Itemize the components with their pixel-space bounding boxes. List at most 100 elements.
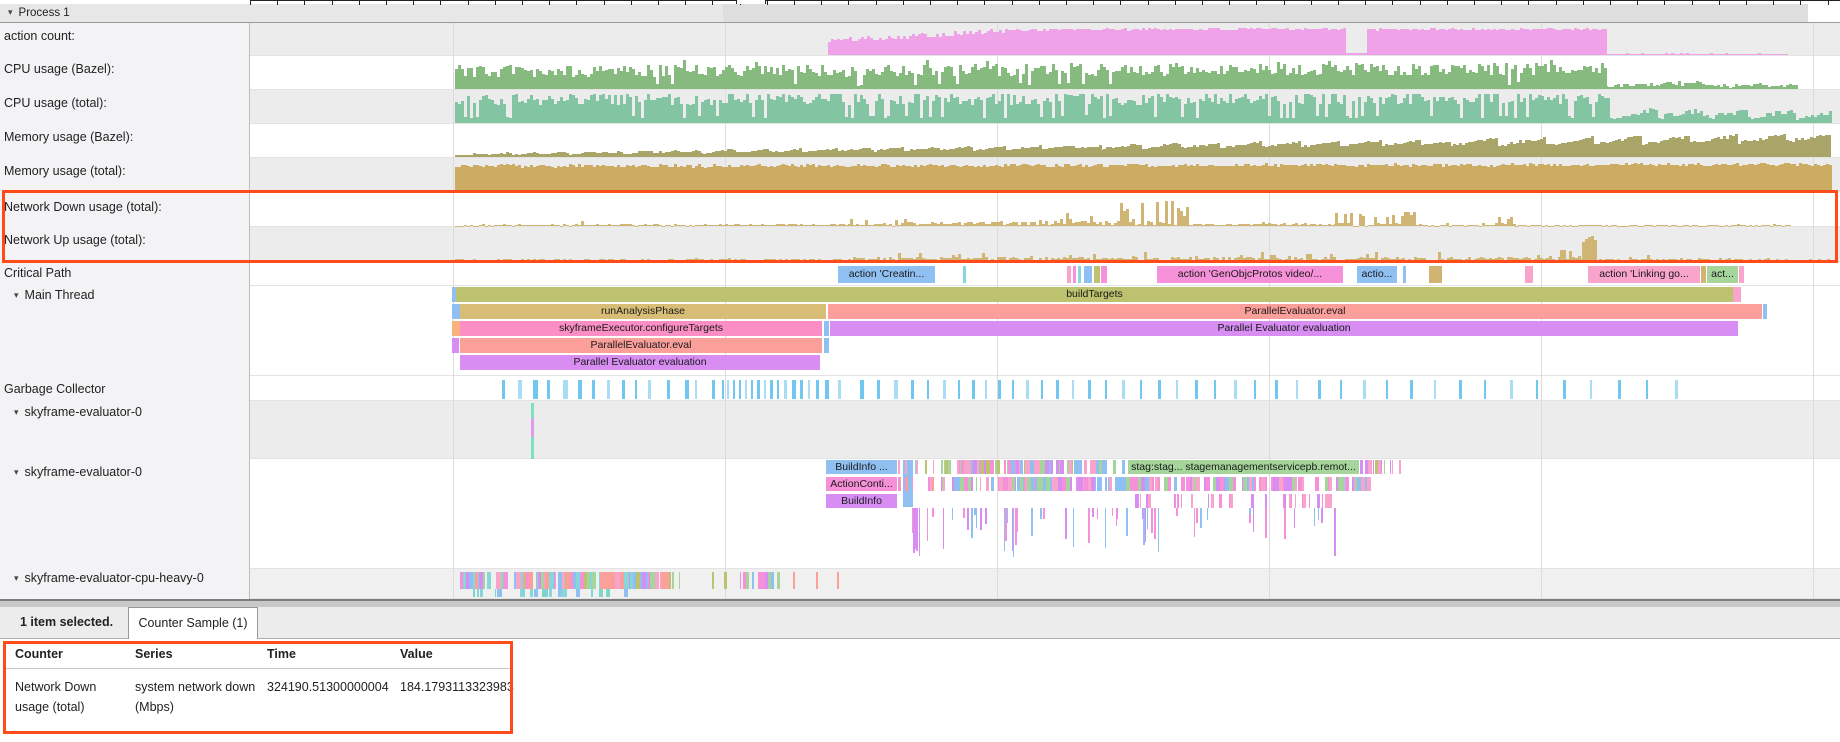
chevron-down-icon[interactable]: ▾ (14, 573, 19, 584)
track-label[interactable]: Critical Path (4, 266, 71, 280)
critical-path-span[interactable] (1101, 266, 1107, 283)
gc-tick[interactable] (1340, 380, 1342, 399)
gc-tick[interactable] (877, 380, 880, 399)
chevron-down-icon[interactable]: ▾ (14, 407, 19, 418)
main-thread-span[interactable] (824, 338, 829, 353)
gc-tick[interactable] (1026, 380, 1029, 399)
track-label[interactable]: action count: (4, 29, 75, 43)
gc-tick[interactable] (592, 380, 595, 399)
gc-tick[interactable] (800, 380, 803, 399)
critical-path-span[interactable]: act... (1707, 266, 1738, 283)
skyframe2-span[interactable]: stag:stag... stagemanagementservicepb.re… (1128, 460, 1359, 474)
gc-tick[interactable] (770, 380, 773, 399)
gc-tick[interactable] (764, 380, 766, 399)
gc-tick[interactable] (816, 380, 819, 399)
gc-tick[interactable] (1275, 380, 1278, 399)
gc-tick[interactable] (1088, 380, 1091, 399)
critical-path-span[interactable]: action 'GenObjcProtos video/... (1157, 266, 1343, 283)
gc-tick[interactable] (622, 380, 625, 399)
gc-tick[interactable] (502, 380, 505, 399)
gc-tick[interactable] (1363, 380, 1366, 399)
main-thread-span[interactable] (1733, 287, 1741, 302)
gc-tick[interactable] (943, 380, 946, 399)
chevron-down-icon[interactable]: ▾ (14, 467, 19, 478)
main-thread-span[interactable]: Parallel Evaluator evaluation (460, 355, 820, 370)
gc-tick[interactable] (860, 380, 864, 399)
gc-tick[interactable] (751, 380, 753, 399)
gc-tick[interactable] (1318, 380, 1321, 399)
gc-tick[interactable] (745, 380, 747, 399)
track-label[interactable]: Memory usage (total): (4, 164, 126, 178)
main-thread-span[interactable]: ParallelEvaluator.eval (828, 304, 1762, 319)
critical-path-span[interactable] (963, 266, 966, 283)
gc-tick[interactable] (722, 380, 724, 399)
track-label[interactable]: CPU usage (Bazel): (4, 62, 114, 76)
main-thread-span[interactable] (1763, 304, 1767, 319)
gc-tick[interactable] (757, 380, 760, 399)
gc-tick[interactable] (727, 380, 729, 399)
gc-tick[interactable] (838, 380, 841, 399)
main-thread-span[interactable]: ParallelEvaluator.eval (460, 338, 822, 353)
critical-path-span[interactable] (1739, 266, 1744, 283)
gc-tick[interactable] (667, 380, 670, 399)
gc-tick[interactable] (1195, 380, 1198, 399)
process-header[interactable]: ▾Process 1 (0, 4, 1840, 23)
critical-path-span[interactable] (1403, 266, 1406, 283)
gc-tick[interactable] (784, 380, 787, 399)
gc-tick[interactable] (739, 380, 741, 399)
critical-path-span[interactable] (1084, 266, 1092, 283)
gc-tick[interactable] (1176, 380, 1178, 399)
gc-tick[interactable] (927, 380, 929, 399)
critical-path-span[interactable]: action 'Creatin... (838, 266, 935, 283)
critical-path-span[interactable] (1073, 266, 1076, 283)
gc-tick[interactable] (648, 380, 651, 399)
critical-path-span[interactable]: action 'Linking go... (1588, 266, 1700, 283)
gc-tick[interactable] (695, 380, 697, 399)
gc-tick[interactable] (518, 380, 522, 399)
gc-tick[interactable] (825, 380, 829, 399)
gc-tick[interactable] (1012, 380, 1014, 399)
gc-tick[interactable] (635, 380, 637, 399)
gc-tick[interactable] (1296, 380, 1298, 399)
main-thread-span[interactable] (452, 304, 460, 319)
cpu-heavy-tick[interactable] (793, 572, 795, 589)
gc-tick[interactable] (1234, 380, 1237, 399)
gc-tick[interactable] (1459, 380, 1462, 399)
critical-path-span[interactable] (1701, 266, 1706, 283)
track-label[interactable]: ▾skyframe-evaluator-0 (14, 465, 142, 479)
gc-tick[interactable] (1386, 380, 1388, 399)
track-label[interactable]: ▾Main Thread (14, 288, 94, 302)
gc-tick[interactable] (1105, 380, 1107, 399)
track-label[interactable]: ▾skyframe-evaluator-0 (14, 405, 142, 419)
critical-path-span[interactable] (1429, 266, 1442, 283)
gc-tick[interactable] (1618, 380, 1621, 399)
cpu-heavy-tick[interactable] (837, 572, 839, 589)
track-label[interactable]: ▾skyframe-evaluator-cpu-heavy-0 (14, 571, 204, 585)
main-thread-span[interactable]: Parallel Evaluator evaluation (830, 321, 1738, 336)
gc-tick[interactable] (911, 380, 914, 399)
track-label[interactable]: Network Down usage (total): (4, 200, 162, 214)
gc-tick[interactable] (1646, 380, 1648, 399)
tab-counter-sample[interactable]: Counter Sample (1) (128, 607, 258, 639)
skyframe2-span[interactable]: ActionConti... (826, 477, 897, 491)
track-label[interactable]: Network Up usage (total): (4, 233, 146, 247)
gc-tick[interactable] (1434, 380, 1436, 399)
critical-path-span[interactable]: actio... (1357, 266, 1397, 283)
gc-tick[interactable] (733, 380, 735, 399)
gc-tick[interactable] (1072, 380, 1074, 399)
timeline-ruler[interactable] (250, 0, 1840, 4)
gc-tick[interactable] (1041, 380, 1043, 399)
critical-path-span[interactable] (1525, 266, 1533, 283)
gc-tick[interactable] (1056, 380, 1059, 399)
skyframe2-span[interactable]: BuildInfo (826, 494, 897, 508)
skyframe1-overlay-tick[interactable] (531, 418, 534, 437)
gc-tick[interactable] (1563, 380, 1566, 399)
main-thread-span[interactable] (452, 338, 459, 353)
gc-tick[interactable] (972, 380, 975, 399)
gc-tick[interactable] (533, 380, 538, 399)
main-thread-span[interactable] (452, 321, 460, 336)
gc-tick[interactable] (1214, 380, 1216, 399)
gc-tick[interactable] (1410, 380, 1413, 399)
gc-tick[interactable] (1158, 380, 1161, 399)
track-label[interactable]: CPU usage (total): (4, 96, 107, 110)
